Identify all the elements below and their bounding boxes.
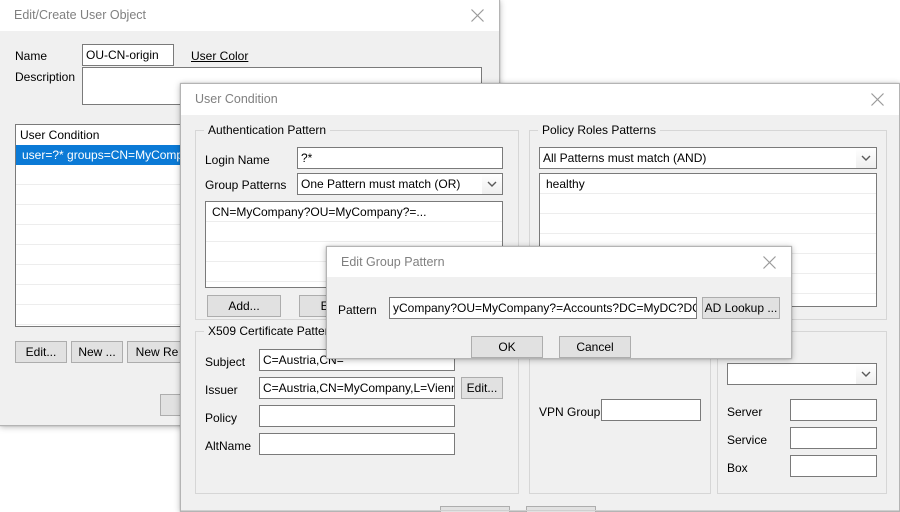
server-input[interactable]	[790, 399, 877, 421]
box-label: Box	[727, 461, 748, 475]
vpn-group-label: VPN Group	[539, 405, 601, 419]
chevron-down-icon[interactable]	[856, 364, 876, 384]
server-label: Server	[727, 405, 763, 419]
edit-group-pattern-titlebar: Edit Group Pattern	[327, 247, 791, 277]
edit-group-pattern-body: Pattern yCompany?OU=MyCompany?=Accounts?…	[327, 277, 791, 358]
main-window-close-button[interactable]	[457, 0, 499, 30]
main-window-title: Edit/Create User Object	[14, 8, 146, 22]
group-patterns-row-0[interactable]: CN=MyCompany?OU=MyCompany?=...	[206, 202, 502, 222]
new-button[interactable]: New ...	[71, 341, 123, 363]
altname-input[interactable]	[259, 433, 455, 455]
user-condition-titlebar: User Condition	[181, 84, 899, 115]
x509-certificate-pattern-title: X509 Certificate Pattern	[204, 324, 340, 338]
list-item[interactable]	[540, 194, 876, 214]
close-icon	[471, 9, 484, 22]
box-input[interactable]	[790, 455, 877, 477]
main-window-titlebar: Edit/Create User Object	[0, 0, 499, 31]
edit-group-pattern-close-button[interactable]	[749, 247, 791, 277]
description-label: Description	[15, 70, 76, 84]
edit-group-pattern-cancel-button[interactable]: Cancel	[559, 336, 631, 358]
group-patterns-mode-value: One Pattern must match (OR)	[301, 177, 461, 191]
policy-roles-mode-value: All Patterns must match (AND)	[543, 151, 707, 165]
chevron-down-icon[interactable]	[482, 174, 502, 194]
pattern-label: Pattern	[338, 303, 377, 317]
ad-lookup-button[interactable]: AD Lookup ...	[702, 297, 780, 319]
policy-label: Policy	[205, 411, 238, 425]
user-condition-cancel-button[interactable]: Cancel	[526, 506, 596, 512]
authentication-pattern-title: Authentication Pattern	[204, 123, 331, 137]
list-item[interactable]	[206, 222, 502, 242]
edit-button[interactable]: Edit...	[15, 341, 67, 363]
group-patterns-label: Group Patterns	[205, 178, 287, 192]
issuer-input[interactable]: C=Austria,CN=MyCompany,L=Vienna,O=	[259, 377, 455, 399]
policy-roles-mode-combo[interactable]: All Patterns must match (AND)	[539, 147, 877, 169]
group-patterns-mode-combo[interactable]: One Pattern must match (OR)	[297, 173, 503, 195]
altname-label: AltName	[205, 439, 252, 453]
service-input[interactable]	[790, 427, 877, 449]
policy-roles-patterns-title: Policy Roles Patterns	[538, 123, 661, 137]
list-item[interactable]	[540, 214, 876, 234]
chevron-down-icon[interactable]	[856, 148, 876, 168]
name-label: Name	[15, 49, 48, 63]
authentication-method-combo[interactable]	[727, 363, 877, 385]
user-condition-ok-button[interactable]: OK	[440, 506, 510, 512]
screen-root: Edit/Create User Object Name OU-CN-origi…	[0, 0, 900, 512]
close-icon	[871, 93, 884, 106]
dialog-bottom-divider	[181, 510, 899, 511]
new-reference-button[interactable]: New Re	[127, 341, 187, 363]
edit-group-pattern-title: Edit Group Pattern	[341, 255, 445, 269]
policy-roles-row-0[interactable]: healthy	[540, 174, 876, 194]
group-patterns-add-button[interactable]: Add...	[207, 295, 281, 317]
subject-label: Subject	[205, 355, 246, 369]
user-condition-close-button[interactable]	[857, 84, 899, 114]
user-color-link[interactable]: User Color	[191, 49, 248, 63]
close-icon	[763, 256, 776, 269]
login-name-label: Login Name	[205, 153, 270, 167]
service-label: Service	[727, 433, 768, 447]
pattern-input[interactable]: yCompany?OU=MyCompany?=Accounts?DC=MyDC?…	[389, 297, 697, 319]
login-name-input[interactable]: ?*	[297, 147, 503, 169]
name-input[interactable]: OU-CN-origin	[82, 44, 174, 66]
issuer-edit-button[interactable]: Edit...	[461, 377, 503, 399]
policy-input[interactable]	[259, 405, 455, 427]
edit-group-pattern-dialog: Edit Group Pattern Pattern yCompany?OU=M…	[326, 246, 792, 359]
user-condition-title: User Condition	[195, 92, 278, 106]
edit-group-pattern-ok-button[interactable]: OK	[471, 336, 543, 358]
vpn-group-input[interactable]	[601, 399, 701, 421]
issuer-label: Issuer	[205, 383, 238, 397]
